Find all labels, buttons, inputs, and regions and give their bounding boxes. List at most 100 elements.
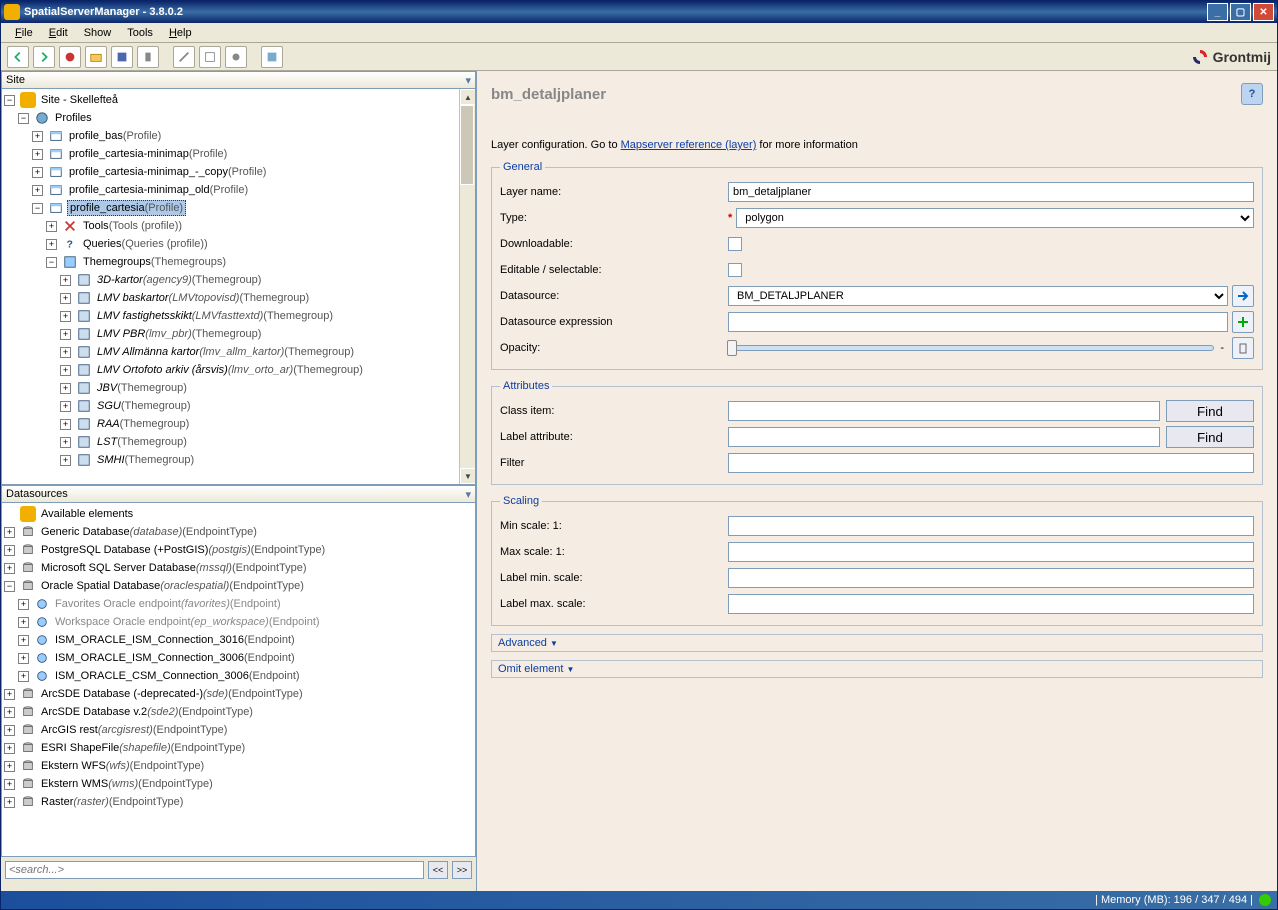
- close-button[interactable]: ✕: [1253, 3, 1274, 21]
- label-min-scale-input[interactable]: [728, 568, 1254, 588]
- expander-icon[interactable]: +: [4, 527, 15, 538]
- tree-item[interactable]: Favorites Oracle endpoint (favorites) (E…: [53, 596, 283, 612]
- expander-icon[interactable]: +: [32, 131, 43, 142]
- datasources-panel-header[interactable]: Datasources▾: [1, 485, 476, 503]
- expander-icon[interactable]: −: [18, 113, 29, 124]
- expander-icon[interactable]: +: [60, 275, 71, 286]
- back-button[interactable]: [7, 46, 29, 68]
- forward-button[interactable]: [33, 46, 55, 68]
- datasource-expression-input[interactable]: [728, 312, 1228, 332]
- expander-icon[interactable]: +: [18, 671, 29, 682]
- layer-name-input[interactable]: [728, 182, 1254, 202]
- search-prev-button[interactable]: <<: [428, 861, 448, 879]
- expander-icon[interactable]: −: [4, 581, 15, 592]
- expander-icon[interactable]: +: [60, 455, 71, 466]
- tree-item[interactable]: LMV PBR (lmv_pbr) (Themegroup): [95, 326, 263, 342]
- expander-icon[interactable]: +: [32, 149, 43, 160]
- menu-edit[interactable]: Edit: [41, 25, 76, 41]
- scrollbar[interactable]: ▲▼: [459, 89, 475, 484]
- search-input[interactable]: [5, 861, 424, 879]
- expander-icon[interactable]: +: [60, 383, 71, 394]
- expander-icon[interactable]: +: [46, 239, 57, 250]
- expander-icon[interactable]: +: [4, 725, 15, 736]
- tree-item[interactable]: Oracle Spatial Database (oraclespatial) …: [39, 578, 306, 594]
- help-button[interactable]: ?: [1241, 83, 1263, 105]
- expander-icon[interactable]: +: [18, 599, 29, 610]
- label-max-scale-input[interactable]: [728, 594, 1254, 614]
- tree-item[interactable]: ISM_ORACLE_CSM_Connection_3006 (Endpoint…: [53, 668, 302, 684]
- site-tree[interactable]: −Site - Skellefteå −Profiles +profile_ba…: [2, 89, 475, 471]
- expander-icon[interactable]: +: [32, 185, 43, 196]
- expander-icon[interactable]: +: [4, 761, 15, 772]
- max-scale-input[interactable]: [728, 542, 1254, 562]
- open-button[interactable]: [85, 46, 107, 68]
- expander-icon[interactable]: +: [60, 365, 71, 376]
- tree-item[interactable]: Tools (Tools (profile)): [81, 218, 184, 234]
- tree-item[interactable]: ArcSDE Database v.2 (sde2) (EndpointType…: [39, 704, 255, 720]
- expander-icon[interactable]: +: [60, 419, 71, 430]
- datasources-tree[interactable]: Available elements +Generic Database (da…: [2, 503, 475, 813]
- tree-item[interactable]: SGU (Themegroup): [95, 398, 193, 414]
- tree-item[interactable]: ISM_ORACLE_ISM_Connection_3016 (Endpoint…: [53, 632, 297, 648]
- menu-tools[interactable]: Tools: [119, 25, 161, 41]
- advanced-toggle[interactable]: Advanced ▼: [491, 634, 1263, 652]
- expander-icon[interactable]: +: [60, 347, 71, 358]
- tree-item[interactable]: Queries (Queries (profile)): [81, 236, 210, 252]
- tree-item[interactable]: ESRI ShapeFile (shapefile) (EndpointType…: [39, 740, 247, 756]
- filter-input[interactable]: [728, 453, 1254, 473]
- tree-item[interactable]: Workspace Oracle endpoint (ep_workspace)…: [53, 614, 322, 630]
- expander-icon[interactable]: −: [46, 257, 57, 268]
- tree-item[interactable]: 3D-kartor (agency9) (Themegroup): [95, 272, 263, 288]
- tree-item[interactable]: LMV fastighetsskikt (LMVfasttextd) (Them…: [95, 308, 335, 324]
- tree-item[interactable]: Ekstern WFS (wfs) (EndpointType): [39, 758, 206, 774]
- tree-item[interactable]: LMV Allmänna kartor (lmv_allm_kartor) (T…: [95, 344, 356, 360]
- menu-file[interactable]: File: [7, 25, 41, 41]
- expander-icon[interactable]: +: [60, 329, 71, 340]
- tree-item[interactable]: Ekstern WMS (wms) (EndpointType): [39, 776, 215, 792]
- save-button[interactable]: [111, 46, 133, 68]
- tree-item[interactable]: profile_cartesia-minimap_-_copy (Profile…: [67, 164, 268, 180]
- min-scale-input[interactable]: [728, 516, 1254, 536]
- label-attribute-find-button[interactable]: Find: [1166, 426, 1254, 448]
- editable-selectable-checkbox[interactable]: [728, 263, 742, 277]
- tool-c-button[interactable]: [225, 46, 247, 68]
- tree-item[interactable]: LMV baskartor (LMVtopovisd) (Themegroup): [95, 290, 311, 306]
- tree-item[interactable]: ArcGIS rest (arcgisrest) (EndpointType): [39, 722, 229, 738]
- expander-icon[interactable]: +: [4, 563, 15, 574]
- menu-show[interactable]: Show: [76, 25, 120, 41]
- tree-item[interactable]: Microsoft SQL Server Database (mssql) (E…: [39, 560, 309, 576]
- site-panel-header[interactable]: Site▾: [1, 71, 476, 89]
- expander-icon[interactable]: +: [4, 743, 15, 754]
- tree-item[interactable]: profile_cartesia-minimap_old (Profile): [67, 182, 250, 198]
- expander-icon[interactable]: −: [4, 95, 15, 106]
- home-button[interactable]: [59, 46, 81, 68]
- expander-icon[interactable]: +: [4, 689, 15, 700]
- expander-icon[interactable]: +: [4, 545, 15, 556]
- datasource-go-button[interactable]: [1232, 285, 1254, 307]
- class-item-find-button[interactable]: Find: [1166, 400, 1254, 422]
- tree-item[interactable]: JBV (Themegroup): [95, 380, 189, 396]
- tree-item[interactable]: Available elements: [39, 506, 135, 522]
- menu-help[interactable]: Help: [161, 25, 200, 41]
- expander-icon[interactable]: +: [18, 617, 29, 628]
- expander-icon[interactable]: +: [60, 437, 71, 448]
- tree-item[interactable]: profile_cartesia-minimap (Profile): [67, 146, 229, 162]
- expander-icon[interactable]: +: [32, 167, 43, 178]
- label-attribute-input[interactable]: [728, 427, 1160, 447]
- expander-icon[interactable]: +: [60, 311, 71, 322]
- expander-icon[interactable]: +: [46, 221, 57, 232]
- tree-item[interactable]: LST (Themegroup): [95, 434, 189, 450]
- expander-icon[interactable]: +: [4, 797, 15, 808]
- expander-icon[interactable]: +: [4, 779, 15, 790]
- tree-item[interactable]: PostgreSQL Database (+PostGIS) (postgis)…: [39, 542, 327, 558]
- delete-button[interactable]: [137, 46, 159, 68]
- search-next-button[interactable]: >>: [452, 861, 472, 879]
- tree-item[interactable]: ISM_ORACLE_ISM_Connection_3006 (Endpoint…: [53, 650, 297, 666]
- datasource-expression-add-button[interactable]: [1232, 311, 1254, 333]
- mapserver-reference-link[interactable]: Mapserver reference (layer): [621, 139, 757, 151]
- tree-item[interactable]: profile_bas (Profile): [67, 128, 163, 144]
- omit-element-toggle[interactable]: Omit element ▼: [491, 660, 1263, 678]
- type-select[interactable]: polygon: [736, 208, 1254, 228]
- tool-d-button[interactable]: [261, 46, 283, 68]
- expander-icon[interactable]: −: [32, 203, 43, 214]
